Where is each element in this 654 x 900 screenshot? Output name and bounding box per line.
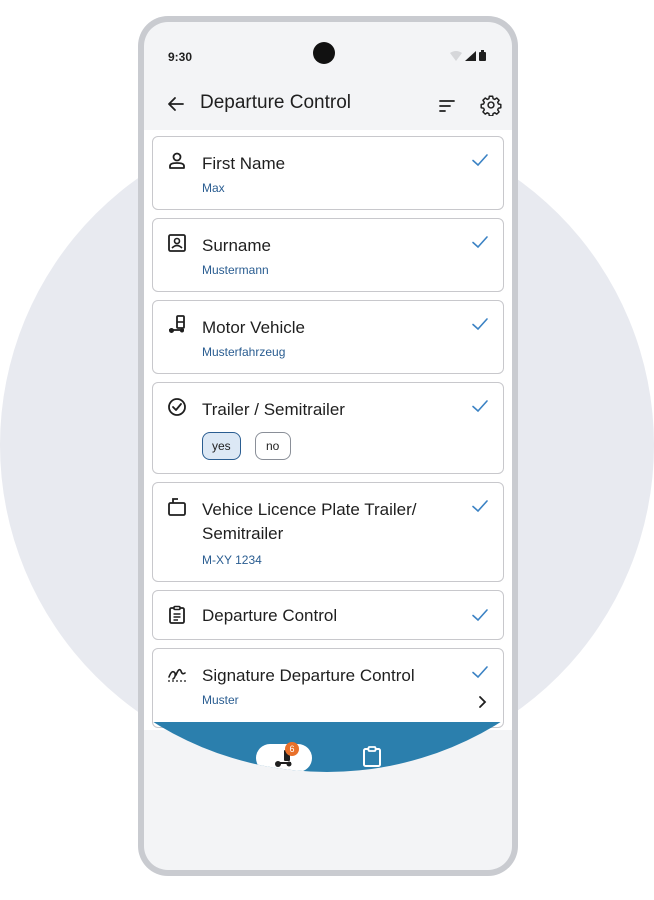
battery-icon — [479, 50, 486, 61]
clipboard-icon[interactable] — [362, 746, 382, 768]
signal-icon — [465, 50, 476, 61]
bottom-clip: 6 — [0, 118, 654, 772]
camera-cutout — [313, 42, 335, 64]
notification-badge: 6 — [285, 742, 299, 756]
status-time: 9:30 — [168, 50, 193, 64]
sort-icon[interactable] — [437, 96, 457, 116]
page-title: Departure Control — [200, 92, 352, 113]
status-bar: 9:30 — [144, 22, 512, 82]
status-icons — [450, 50, 486, 61]
gear-icon[interactable] — [480, 94, 502, 116]
back-arrow-icon[interactable] — [166, 94, 186, 114]
wifi-icon — [450, 50, 462, 61]
